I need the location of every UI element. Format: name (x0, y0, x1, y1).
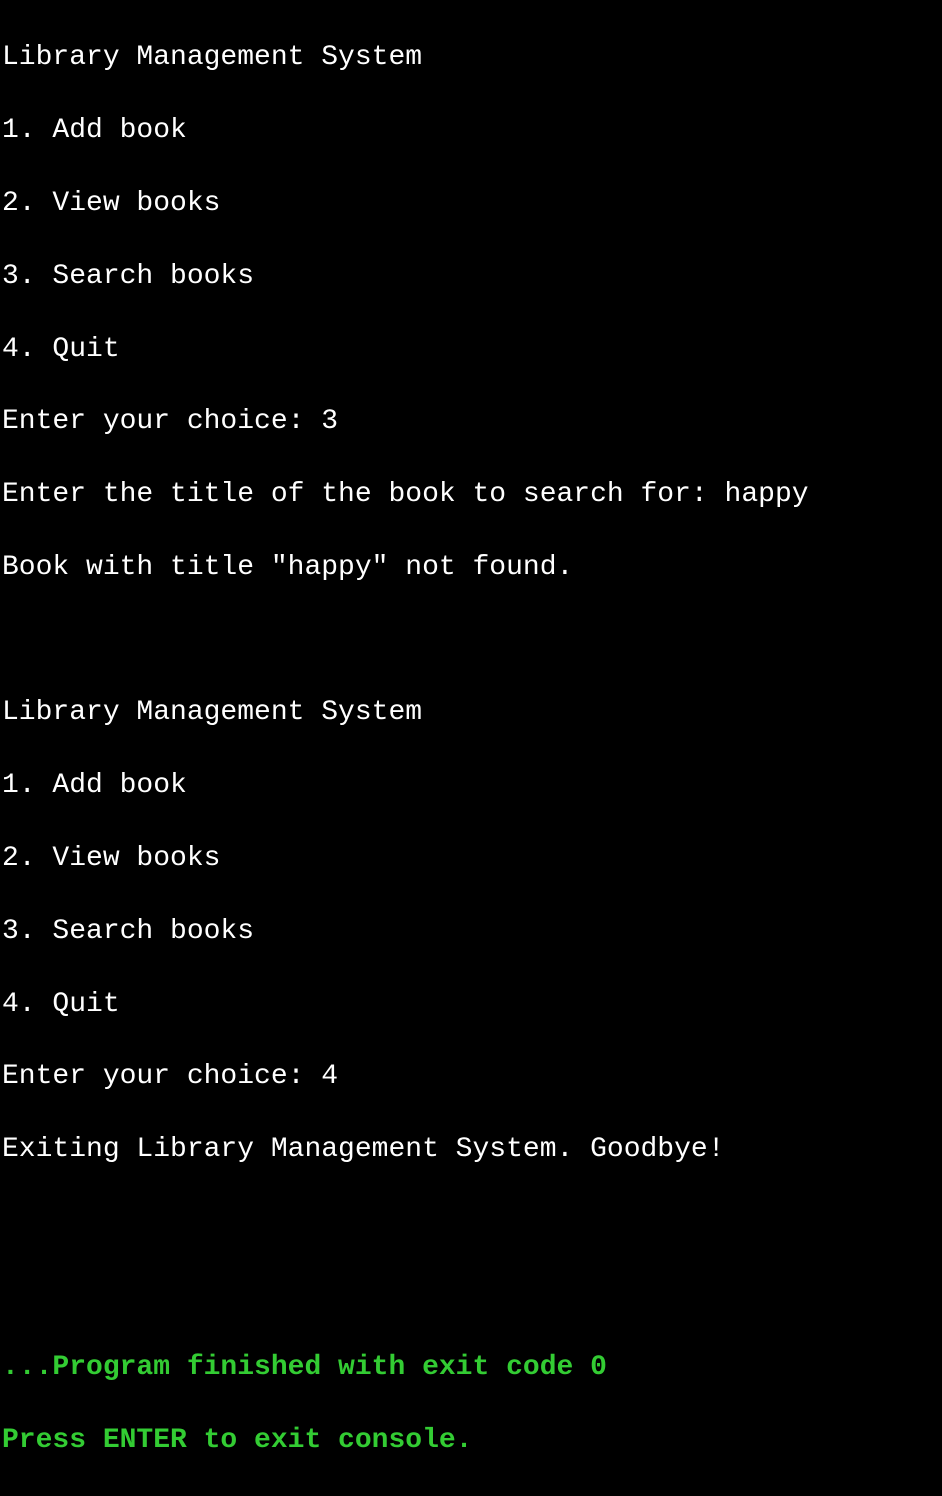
menu-item: 1. Add book (2, 113, 942, 149)
prompt-line: Enter your choice: 4 (2, 1059, 942, 1095)
program-exit-status: ...Program finished with exit code 0 (2, 1350, 942, 1386)
prompt-line: Enter the title of the book to search fo… (2, 477, 942, 513)
menu-item: 1. Add book (2, 768, 942, 804)
blank-line (2, 1278, 942, 1314)
menu-item: 3. Search books (2, 914, 942, 950)
menu-item: 2. View books (2, 186, 942, 222)
console-output[interactable]: Library Management System 1. Add book 2.… (0, 0, 942, 1496)
menu-item: 2. View books (2, 841, 942, 877)
prompt-choice-label: Enter your choice: (2, 1061, 321, 1092)
blank-line (2, 623, 942, 659)
menu-item: 4. Quit (2, 987, 942, 1023)
user-input-choice: 3 (321, 406, 338, 437)
exit-message: Exiting Library Management System. Goodb… (2, 1132, 942, 1168)
user-input-choice: 4 (321, 1061, 338, 1092)
app-header: Library Management System (2, 695, 942, 731)
prompt-line: Enter your choice: 3 (2, 404, 942, 440)
prompt-title-label: Enter the title of the book to search fo… (2, 479, 725, 510)
press-enter-prompt: Press ENTER to exit console. (2, 1423, 942, 1459)
app-header: Library Management System (2, 40, 942, 76)
menu-item: 3. Search books (2, 259, 942, 295)
user-input-title: happy (725, 479, 809, 510)
menu-item: 4. Quit (2, 332, 942, 368)
prompt-choice-label: Enter your choice: (2, 406, 321, 437)
blank-line (2, 1205, 942, 1241)
result-message: Book with title "happy" not found. (2, 550, 942, 586)
